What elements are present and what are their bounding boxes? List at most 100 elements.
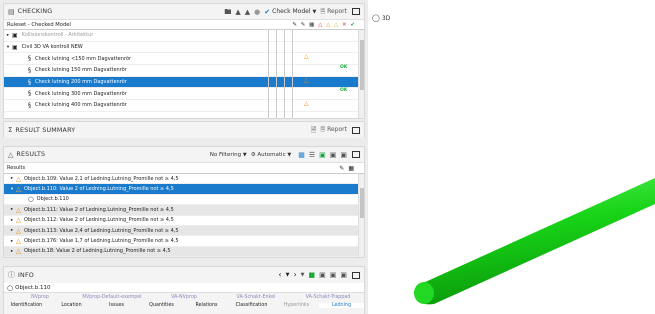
info-tab[interactable]: Classification bbox=[229, 303, 274, 308]
results-maximize-icon[interactable] bbox=[352, 151, 360, 158]
color-icon[interactable]: ■ bbox=[309, 271, 316, 279]
result-row[interactable]: ▸ △ Object.b.18: Value 2 of Ledning.Lutnin… bbox=[4, 246, 364, 258]
check-row[interactable]: ▸ ▣ Kollisionskontroll - Arkitektur bbox=[4, 30, 364, 42]
info-tab-top[interactable]: VA-NVprop bbox=[148, 295, 220, 300]
result-row[interactable]: ▸ △ Object.b.112: Value 2 of Ledning.Lutni… bbox=[4, 215, 364, 226]
group-icon[interactable]: ▦ bbox=[298, 151, 305, 159]
expander-icon[interactable]: ▸ bbox=[8, 239, 16, 244]
object-circle-icon: ○ bbox=[28, 195, 34, 204]
results-column-header: Results ✎ ▦ bbox=[4, 163, 364, 174]
paste-icon[interactable]: ▣ bbox=[340, 151, 347, 159]
warning-icon: △ bbox=[16, 205, 21, 214]
result-label: Object.b.176: Value 1,7 of Ledning.Lutni… bbox=[24, 238, 179, 245]
info-tab[interactable]: Ledning bbox=[319, 302, 364, 308]
3d-view[interactable]: ◯ 3D bbox=[368, 0, 655, 314]
info-tab-top[interactable]: VA-Schakt-Enkel bbox=[220, 295, 292, 300]
folder-icon[interactable]: 🖿 bbox=[224, 8, 231, 16]
rule-icon: § bbox=[28, 101, 31, 109]
info-tab[interactable]: Quantities bbox=[139, 303, 184, 308]
edit-icon[interactable]: ✎ bbox=[339, 165, 344, 172]
summary-report-button[interactable]: 🗎 Report bbox=[320, 125, 347, 135]
summary-maximize-icon[interactable] bbox=[352, 126, 360, 134]
warning-icon: △ bbox=[304, 53, 309, 61]
maximize-icon[interactable] bbox=[352, 8, 360, 15]
nav-down-icon[interactable]: ▼ bbox=[286, 271, 290, 279]
result-row[interactable]: ▸ △ Object.b.111: Value 2 of Ledning.Lutni… bbox=[4, 205, 364, 216]
object-circle-icon: ○ bbox=[7, 283, 14, 292]
info-tab[interactable]: Issues bbox=[94, 303, 139, 308]
result-row[interactable]: ○ Object.b.110 bbox=[4, 194, 364, 206]
report-button[interactable]: 🗎 Report bbox=[320, 7, 347, 17]
copy3-icon[interactable]: ▣ bbox=[330, 271, 337, 279]
automatic-label: Automatic bbox=[257, 151, 286, 158]
check-row[interactable]: ▾ ▣ Civil 3D VA kontroll NEW bbox=[4, 41, 364, 54]
check-row[interactable]: § Check lutning <150 mm Dagvattenrör △ bbox=[4, 53, 364, 66]
forward-icon[interactable]: › bbox=[293, 271, 296, 279]
info-tab-top[interactable]: NVprop bbox=[4, 295, 76, 300]
result-label: Object.b.109: Value 2,1 of Ledning.Lutni… bbox=[24, 175, 179, 182]
filtering-dropdown[interactable]: No Filtering ▼ bbox=[210, 152, 247, 158]
warning-icon: △ bbox=[304, 76, 309, 84]
check-row[interactable]: § Check lutning 200 mm Dagvattenrör △ bbox=[4, 76, 364, 89]
expander-icon[interactable]: ▸ bbox=[4, 33, 12, 38]
nav-down2-icon[interactable]: ▼ bbox=[301, 271, 305, 279]
ruleset-header: Ruleset - Checked Model ✎ ✎ ▦ △ △ △ ✕ ✔ bbox=[4, 20, 364, 30]
results-panel: △ RESULTS No Filtering ▼ ⚙ Automatic ▼ ▦… bbox=[3, 146, 365, 258]
expander-icon[interactable]: ▸ bbox=[8, 207, 16, 212]
warning-icon: △ bbox=[16, 185, 21, 194]
back-icon[interactable]: ‹ bbox=[278, 271, 281, 279]
info-tab[interactable]: Hyperlinks bbox=[274, 303, 319, 308]
copy-icon[interactable]: ▣ bbox=[330, 151, 337, 159]
results-scrollbar[interactable] bbox=[358, 174, 364, 257]
expander-icon[interactable]: ▾ bbox=[4, 45, 12, 50]
check-row[interactable]: § Check lutning 150 mm Dagvattenrör OK bbox=[4, 65, 364, 77]
results-tree: Results ✎ ▦ ▸ △ Object.b.109: Value 2,1 of… bbox=[4, 163, 364, 258]
rule-label: Civil 3D VA kontroll NEW bbox=[21, 44, 83, 51]
export-icon[interactable]: 🗎 bbox=[311, 126, 317, 134]
gear-icon: ⚙ bbox=[250, 151, 256, 158]
expand-icon[interactable]: ▦ bbox=[348, 165, 354, 172]
ok-icon: OK bbox=[340, 65, 348, 71]
info-maximize-icon[interactable] bbox=[352, 271, 360, 279]
rule-label: Kollisionskontroll - Arkitektur bbox=[21, 32, 94, 39]
check-row[interactable]: § Check lutning 300 mm Dagvattenrör OK bbox=[4, 88, 364, 101]
info-tabs-bottom: Identification Location Issues Quantities Re… bbox=[4, 301, 364, 309]
list-icon[interactable]: ☰ bbox=[309, 151, 315, 159]
automatic-dropdown[interactable]: ⚙ Automatic ▼ bbox=[251, 152, 292, 158]
summary-title: RESULT SUMMARY bbox=[15, 126, 76, 134]
result-row[interactable]: ▸ △ Object.b.176: Value 1,7 of Ledning.Lut… bbox=[4, 236, 364, 247]
copy2-icon[interactable]: ▣ bbox=[319, 271, 326, 279]
expander-icon[interactable]: ▸ bbox=[8, 176, 16, 181]
3d-canvas[interactable] bbox=[368, 0, 655, 314]
info-title: INFO bbox=[18, 271, 34, 279]
left-pane: ▤ CHECKING 🖿 ▲ ▲ ● ✔ Check Model ▼ 🗎 Rep… bbox=[0, 0, 368, 314]
checking-panel: ▤ CHECKING 🖿 ▲ ▲ ● ✔ Check Model ▼ 🗎 Rep… bbox=[3, 3, 365, 119]
info-tab-top[interactable]: VA-Schakt-Trappad bbox=[292, 295, 364, 300]
result-row[interactable]: ▸ △ Object.b.113: Value 2,4 of Ledning.Lut… bbox=[4, 225, 364, 237]
result-label: Object.b.112: Value 2 of Ledning.Lutning… bbox=[24, 217, 174, 224]
pin-icon[interactable]: ▣ bbox=[319, 151, 326, 159]
result-rows: ▸ △ Object.b.109: Value 2,1 of Ledning.Lut… bbox=[4, 174, 364, 258]
check-row[interactable]: § Check lutning 400 mm Dagvattenrör △ bbox=[4, 100, 364, 112]
layers-icon[interactable]: ▲ bbox=[245, 8, 250, 16]
checking-scrollbar[interactable] bbox=[358, 30, 364, 118]
warning-icon: △ bbox=[16, 237, 21, 246]
expander-icon[interactable]: ▸ bbox=[8, 218, 16, 223]
expander-icon[interactable]: ▸ bbox=[8, 249, 16, 254]
expander-icon[interactable]: ▸ bbox=[8, 228, 16, 233]
chart-icon[interactable]: ▲ bbox=[235, 8, 240, 16]
expander-icon[interactable]: ▾ bbox=[8, 187, 16, 192]
result-row[interactable]: ▾ △ Object.b.110: Value 2 of Ledning.Lutni… bbox=[4, 184, 364, 195]
info-tab[interactable]: Location bbox=[49, 303, 94, 308]
result-row[interactable]: ▸ △ Object.b.109: Value 2,1 of Ledning.Lut… bbox=[4, 174, 364, 185]
chevron-down-icon: ▼ bbox=[312, 8, 317, 15]
check-model-button[interactable]: ✔ Check Model ▼ bbox=[264, 8, 316, 16]
stop-icon[interactable]: ● bbox=[254, 8, 260, 16]
info-object-row: ○ Object.b.110 bbox=[4, 283, 364, 293]
rule-icon: § bbox=[28, 55, 31, 63]
info-tab[interactable]: Relations bbox=[184, 303, 229, 308]
info-icon: ⓘ bbox=[8, 271, 15, 279]
copy4-icon[interactable]: ▣ bbox=[340, 271, 347, 279]
info-tab-top[interactable]: NVprop-Default-exempel bbox=[76, 295, 148, 300]
info-tab[interactable]: Identification bbox=[4, 303, 49, 308]
